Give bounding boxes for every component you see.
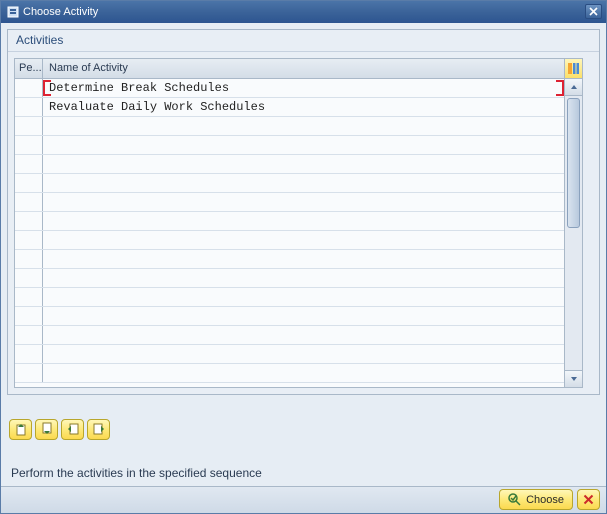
cell-name [43,155,564,173]
cell-pe [15,212,43,230]
vertical-scrollbar[interactable] [564,79,582,387]
cell-pe [15,269,43,287]
cell-name [43,345,564,363]
cell-pe [15,345,43,363]
document-up-icon [14,422,28,436]
cell-pe [15,136,43,154]
cell-pe [15,193,43,211]
window-title-text: Choose Activity [23,6,98,18]
table-row[interactable]: Revaluate Daily Work Schedules [15,98,564,117]
cancel-icon [583,494,594,505]
panel-header: Activities [8,30,599,52]
document-left-icon [66,422,80,436]
table-row[interactable] [15,174,564,193]
choose-button[interactable]: Choose [499,489,573,510]
table-row[interactable] [15,345,564,364]
instruction-text: Perform the activities in the specified … [7,466,600,480]
cell-pe [15,288,43,306]
cell-name [43,231,564,249]
toolbar [7,419,600,440]
grid-header: Pe... Name of Activity [15,59,582,79]
grid: Pe... Name of Activity Determine Break S… [14,58,583,388]
table-row[interactable] [15,250,564,269]
cell-pe [15,155,43,173]
table-row[interactable] [15,155,564,174]
table-row[interactable] [15,364,564,383]
cell-pe [15,98,43,116]
document-down-icon [40,422,54,436]
scroll-up-button[interactable] [565,79,582,96]
cell-name [43,326,564,344]
choose-button-label: Choose [526,494,564,506]
rows-container: Determine Break SchedulesRevaluate Daily… [15,79,564,387]
table-row[interactable] [15,231,564,250]
cell-pe [15,307,43,325]
dialog-window: Choose Activity Activities Pe... Name of… [0,0,607,514]
table-row[interactable] [15,193,564,212]
check-icon [508,493,521,506]
cell-name [43,174,564,192]
cell-pe [15,250,43,268]
selection-marker-left [43,80,51,96]
scroll-down-button[interactable] [565,370,582,387]
cell-name: Revaluate Daily Work Schedules [43,98,564,116]
table-row[interactable] [15,117,564,136]
cell-name [43,193,564,211]
cell-name [43,136,564,154]
grid-body: Determine Break SchedulesRevaluate Daily… [15,79,582,387]
app-icon [7,6,19,18]
column-header-name[interactable]: Name of Activity [43,59,564,78]
table-row[interactable] [15,136,564,155]
scroll-track[interactable] [565,96,582,370]
cell-pe [15,174,43,192]
cell-name [43,117,564,135]
table-row[interactable] [15,326,564,345]
toolbar-button-3[interactable] [61,419,84,440]
activities-table: Pe... Name of Activity Determine Break S… [14,58,593,388]
toolbar-button-2[interactable] [35,419,58,440]
cell-name [43,364,564,382]
cell-pe [15,231,43,249]
cell-pe [15,326,43,344]
cell-name [43,250,564,268]
scroll-thumb[interactable] [567,98,580,228]
cell-name: Determine Break Schedules [43,79,564,97]
table-row[interactable] [15,307,564,326]
cell-pe [15,79,43,97]
titlebar: Choose Activity [1,1,606,23]
activities-panel: Activities Pe... Name of Activity Determ… [7,29,600,395]
table-row[interactable]: Determine Break Schedules [15,79,564,98]
document-right-icon [92,422,106,436]
table-row[interactable] [15,212,564,231]
cell-name [43,269,564,287]
close-icon [589,7,598,16]
toolbar-button-4[interactable] [87,419,110,440]
panel-title-text: Activities [16,33,63,47]
column-header-pe[interactable]: Pe... [15,59,43,78]
content-area: Activities Pe... Name of Activity Determ… [1,23,606,486]
cancel-button[interactable] [577,489,600,510]
cell-pe [15,364,43,382]
cell-name [43,288,564,306]
column-config-button[interactable] [564,59,582,78]
table-settings-icon [568,63,579,74]
close-button[interactable] [585,4,602,19]
window-title: Choose Activity [5,6,585,18]
cell-pe [15,117,43,135]
chevron-down-icon [570,376,578,382]
cell-name [43,212,564,230]
table-row[interactable] [15,269,564,288]
selection-marker-right [556,80,564,96]
table-row[interactable] [15,288,564,307]
footer: Choose [1,486,606,513]
cell-name [43,307,564,325]
toolbar-button-1[interactable] [9,419,32,440]
chevron-up-icon [570,84,578,90]
